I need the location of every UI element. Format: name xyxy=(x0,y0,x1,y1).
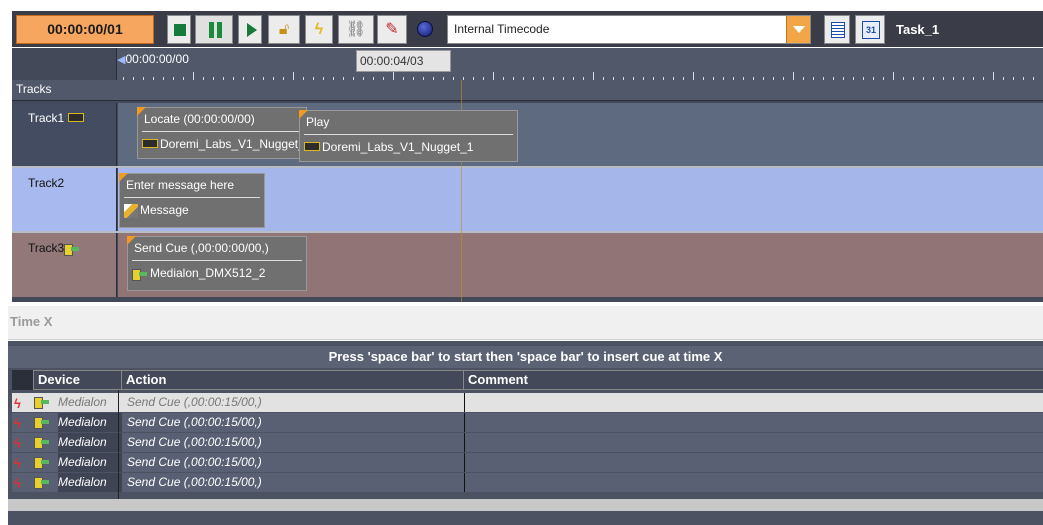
cue-title: Locate (00:00:00/00) xyxy=(144,112,255,126)
column-header-device[interactable]: Device xyxy=(34,371,122,389)
dmx-device-icon xyxy=(132,267,148,281)
row-device: Medialon xyxy=(58,473,122,492)
settings-button[interactable]: ✎ xyxy=(377,15,407,44)
wrench-icon: ✎ xyxy=(385,21,399,38)
table-row[interactable]: ϟ Medialon Send Cue (,00:00:15/00,) xyxy=(12,413,1043,432)
time-ruler[interactable]: ◀00:00:00/00 xyxy=(117,48,1043,80)
cue-locate[interactable]: Locate (00:00:00/00) Doremi_Labs_V1_Nugg… xyxy=(137,107,311,159)
grid-bottom-bar xyxy=(8,499,1043,511)
dmx-device-icon xyxy=(34,455,50,469)
row-comment[interactable] xyxy=(464,473,1043,492)
cue-grid-header: Device Action Comment xyxy=(12,370,1043,390)
stop-button[interactable] xyxy=(167,15,191,44)
dmx-device-icon xyxy=(34,395,50,409)
cue-title: Enter message here xyxy=(126,178,235,192)
row-action: Send Cue (,00:00:15/00,) xyxy=(127,395,262,409)
row-comment[interactable] xyxy=(464,413,1043,432)
table-row[interactable]: ϟ Medialon Send Cue (,00:00:15/00,) xyxy=(12,393,1043,412)
dmx-device-icon xyxy=(34,415,50,429)
message-pencil-icon xyxy=(124,203,138,218)
row-device: Medialon xyxy=(58,413,122,432)
row-action: Send Cue (,00:00:15/00,) xyxy=(127,475,262,489)
table-row[interactable]: ϟ Medialon Send Cue (,00:00:15/00,) xyxy=(12,433,1043,452)
table-row[interactable]: ϟ Medialon Send Cue (,00:00:15/00,) xyxy=(12,473,1043,492)
row-device: Medialon xyxy=(58,395,107,409)
dmx-device-icon xyxy=(34,475,50,489)
task-name: Task_1 xyxy=(896,22,940,37)
lightning-icon: ϟ xyxy=(314,21,324,38)
chevron-down-icon xyxy=(793,26,805,33)
timex-title-bar xyxy=(8,305,1043,340)
cue-message[interactable]: Enter message here Message xyxy=(119,173,265,228)
list-view-button[interactable] xyxy=(824,15,850,44)
track-name: Track3 xyxy=(28,241,82,256)
row-device: Medialon xyxy=(58,433,122,452)
cue-device: Message xyxy=(124,203,189,218)
lightning-icon: ϟ xyxy=(14,436,21,451)
playhead-time-marker[interactable]: 00:00:04/03 xyxy=(356,50,451,72)
cue-send-cue[interactable]: Send Cue (,00:00:00/00,) Medialon_DMX512… xyxy=(127,236,307,291)
lock-icon: 🔓︎ xyxy=(278,21,290,38)
list-icon xyxy=(831,22,845,38)
row-action: Send Cue (,00:00:15/00,) xyxy=(127,435,262,449)
cue-title: Send Cue (,00:00:00/00,) xyxy=(134,241,269,255)
cue-device: Medialon_DMX512_2 xyxy=(132,266,265,281)
ruler-start-label: 00:00:00/00 xyxy=(125,52,189,66)
dropdown-arrow-button[interactable] xyxy=(786,16,810,43)
video-device-icon xyxy=(304,142,320,152)
play-button[interactable] xyxy=(238,15,262,44)
status-indicator-icon xyxy=(417,21,433,37)
tracks-header xyxy=(12,80,1043,100)
track-label-track2[interactable]: Track2 xyxy=(12,168,117,231)
row-comment[interactable] xyxy=(464,433,1043,452)
lightning-icon: ϟ xyxy=(14,476,21,491)
pause-button[interactable] xyxy=(195,15,233,44)
play-icon xyxy=(247,23,257,37)
link-button[interactable]: ⛓ xyxy=(338,15,374,44)
tracks-header-label: Tracks xyxy=(16,82,52,96)
track-label-track3[interactable]: Track3 xyxy=(12,233,117,297)
flash-button[interactable]: ϟ xyxy=(305,15,333,44)
lightning-icon: ϟ xyxy=(14,456,21,471)
cue-device: Doremi_Labs_V1_Nugget_1 xyxy=(304,140,473,154)
row-comment[interactable] xyxy=(464,453,1043,472)
timex-instructions: Press 'space bar' to start then 'space b… xyxy=(8,346,1043,368)
row-action: Send Cue (,00:00:15/00,) xyxy=(127,415,262,429)
cue-device: Doremi_Labs_V1_Nugget_1 xyxy=(142,137,311,151)
track-label-track1[interactable]: Track1 xyxy=(12,103,117,166)
row-comment[interactable] xyxy=(464,393,1043,412)
table-row[interactable]: ϟ Medialon Send Cue (,00:00:15/00,) xyxy=(12,453,1043,472)
dmx-device-icon xyxy=(34,435,50,449)
cue-title: Play xyxy=(306,115,330,129)
chain-link-icon: ⛓ xyxy=(345,21,367,38)
column-header-comment[interactable]: Comment xyxy=(464,371,1043,389)
video-device-icon xyxy=(67,113,84,123)
stop-icon xyxy=(174,24,186,36)
video-device-icon xyxy=(142,139,158,149)
column-header-action[interactable]: Action xyxy=(122,371,464,389)
cue-play[interactable]: Play Doremi_Labs_V1_Nugget_1 xyxy=(299,110,518,162)
lock-button[interactable]: 🔓︎ xyxy=(268,15,300,44)
timex-title: Time X xyxy=(10,314,53,329)
timecode-display[interactable]: 00:00:00/01 xyxy=(16,15,154,44)
timecode-source-value: Internal Timecode xyxy=(454,22,550,36)
timecode-source-select[interactable]: Internal Timecode xyxy=(447,15,811,44)
track-name: Track1 xyxy=(28,111,86,125)
pause-icon xyxy=(209,22,214,38)
row-device: Medialon xyxy=(58,453,122,472)
track-name: Track2 xyxy=(28,176,65,190)
row-action: Send Cue (,00:00:15/00,) xyxy=(127,455,262,469)
ruler-start-time: ◀00:00:00/00 xyxy=(117,52,189,66)
lightning-icon: ϟ xyxy=(14,416,21,431)
lightning-icon: ϟ xyxy=(14,396,21,411)
calendar-icon: 31 xyxy=(862,21,880,39)
dmx-device-icon xyxy=(64,242,80,256)
calendar-button[interactable]: 31 xyxy=(855,15,885,44)
